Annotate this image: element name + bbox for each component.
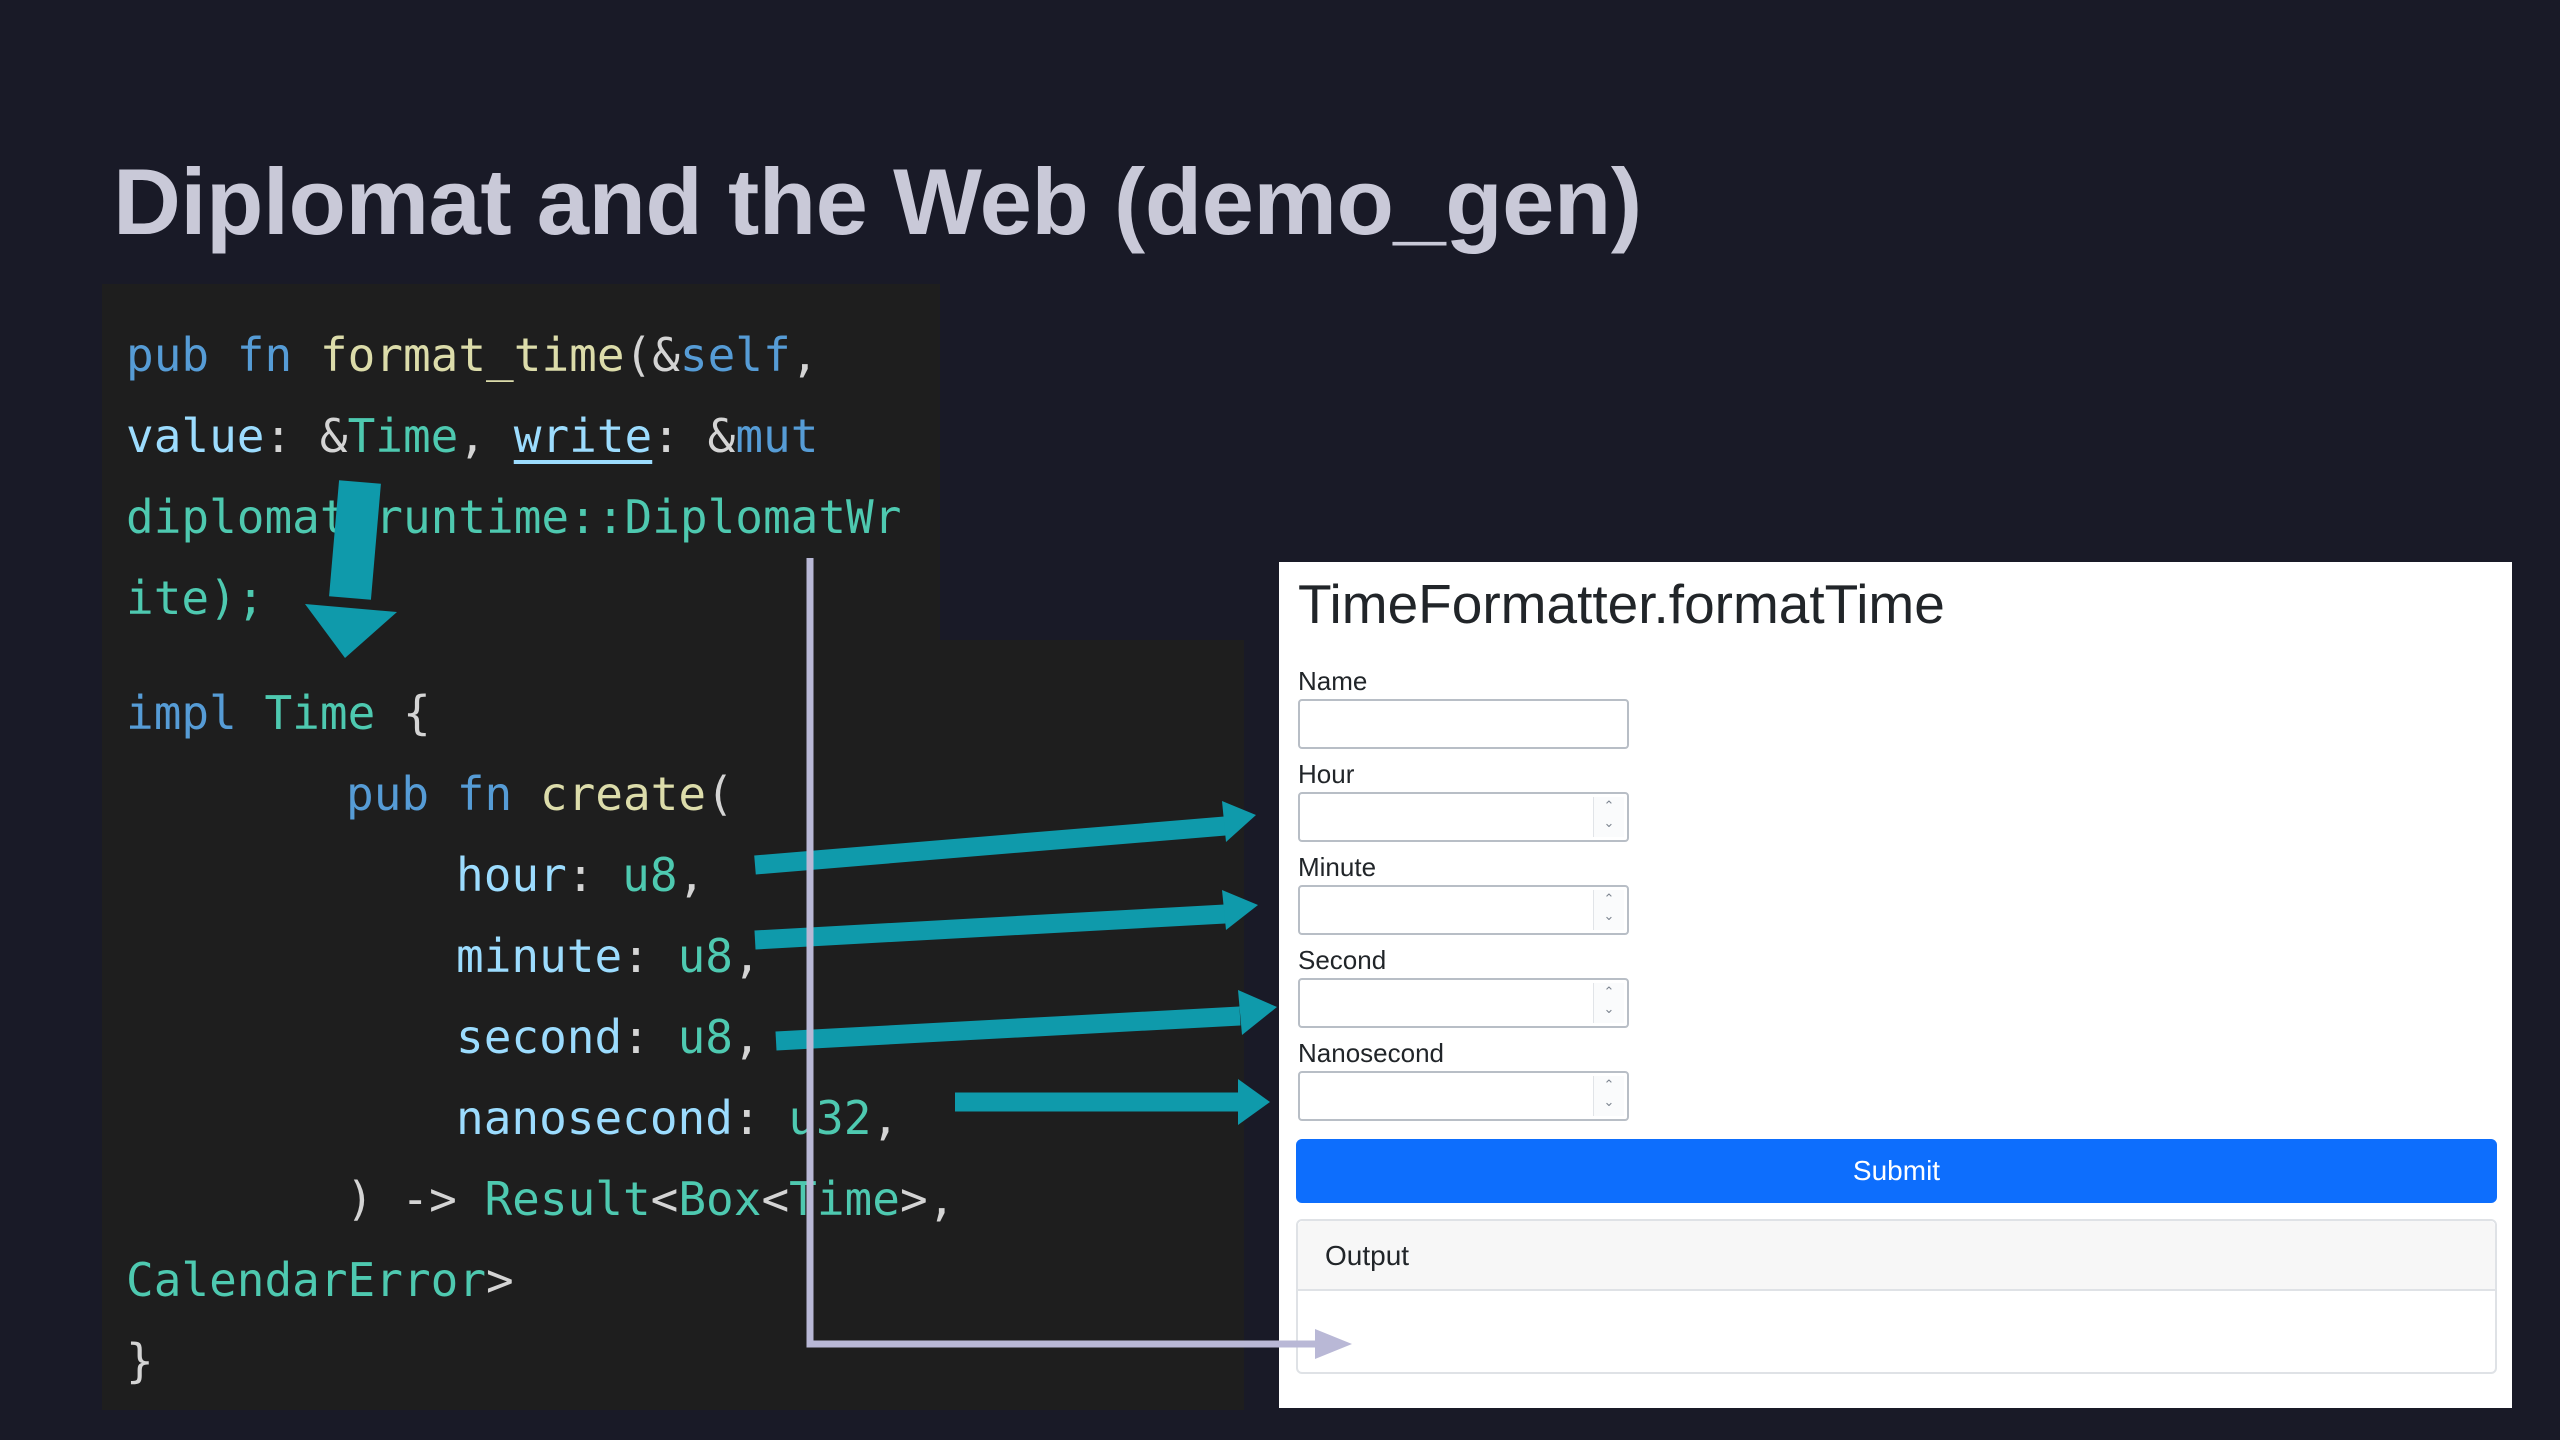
spinner-up-icon[interactable]: ⌃ xyxy=(1594,983,1624,1000)
code-param-nanosecond: nanosecond xyxy=(456,1091,733,1145)
code-type-time: Time xyxy=(789,1172,900,1226)
code-punct: < xyxy=(761,1172,790,1226)
code-punct: , xyxy=(458,409,514,463)
code-fn-name: format_time xyxy=(319,328,625,382)
code-punct: : & xyxy=(264,409,348,463)
code-line-6: pub fn create( xyxy=(346,764,734,824)
spinner-down-icon[interactable]: ⌄ xyxy=(1594,814,1624,831)
code-line-2: value: &Time, write: &mut xyxy=(126,406,818,466)
code-self: self xyxy=(679,328,791,382)
nanosecond-input[interactable] xyxy=(1298,1071,1629,1121)
code-punct: , xyxy=(732,1010,761,1064)
spinner-down-icon[interactable]: ⌄ xyxy=(1594,1000,1624,1017)
output-value xyxy=(1298,1291,2495,1331)
field-label-hour: Hour xyxy=(1298,759,1355,789)
code-punct: : xyxy=(566,848,623,902)
code-line-8: minute: u8, xyxy=(456,926,761,986)
field-label-second: Second xyxy=(1298,945,1387,975)
field-label-minute: Minute xyxy=(1298,852,1377,882)
submit-button[interactable]: Submit xyxy=(1296,1139,2497,1203)
code-line-13: } xyxy=(126,1334,154,1388)
nanosecond-spinner[interactable]: ⌃ ⌄ xyxy=(1593,1076,1624,1116)
code-type-calendar-error: CalendarError xyxy=(126,1253,487,1307)
code-param-hour: hour xyxy=(456,848,567,902)
code-type-u32: u32 xyxy=(788,1091,872,1145)
code-punct: : & xyxy=(652,409,736,463)
code-param-write: write xyxy=(513,409,653,463)
minute-input[interactable] xyxy=(1298,885,1629,935)
spinner-down-icon[interactable]: ⌄ xyxy=(1594,1093,1624,1110)
code-type-result: Result xyxy=(484,1172,651,1226)
demo-form-panel: TimeFormatter.formatTime Name Hour ⌃ ⌄ Mi… xyxy=(1279,562,2512,1408)
spinner-up-icon[interactable]: ⌃ xyxy=(1594,1076,1624,1093)
spinner-up-icon[interactable]: ⌃ xyxy=(1594,797,1624,814)
code-line-12: CalendarError> xyxy=(126,1250,514,1310)
code-param-second: second xyxy=(456,1010,623,1064)
code-punct: < xyxy=(650,1172,679,1226)
code-punct: : xyxy=(622,929,678,983)
code-line-7: hour: u8, xyxy=(456,845,705,905)
field-label-nanosecond: Nanosecond xyxy=(1298,1038,1444,1068)
name-input[interactable] xyxy=(1298,699,1629,749)
code-keyword-impl: impl xyxy=(126,686,237,740)
code-line-4: ite); xyxy=(126,571,265,625)
code-punct: > xyxy=(486,1253,514,1307)
code-line-5: impl Time { xyxy=(126,683,431,743)
code-punct: , xyxy=(732,929,761,983)
code-line-9: second: u8, xyxy=(456,1007,761,1067)
code-keyword-fn: fn xyxy=(236,328,293,382)
code-type-u8: u8 xyxy=(677,929,733,983)
code-punct: : xyxy=(622,1010,678,1064)
code-punct: >, xyxy=(899,1172,956,1226)
code-line-10: nanosecond: u32, xyxy=(456,1088,899,1148)
code-keyword-mut: mut xyxy=(735,409,819,463)
spinner-down-icon[interactable]: ⌄ xyxy=(1594,907,1624,924)
code-type-box: Box xyxy=(678,1172,762,1226)
field-label-name: Name xyxy=(1298,666,1368,696)
second-spinner[interactable]: ⌃ ⌄ xyxy=(1593,983,1624,1023)
code-param-minute: minute xyxy=(456,929,623,983)
code-fn-create: create xyxy=(539,767,707,821)
minute-spinner[interactable]: ⌃ ⌄ xyxy=(1593,890,1624,930)
code-punct: (& xyxy=(624,328,680,382)
hour-spinner[interactable]: ⌃ ⌄ xyxy=(1593,797,1624,837)
hour-input[interactable] xyxy=(1298,792,1629,842)
code-type-time: Time xyxy=(264,686,376,740)
code-type-time: Time xyxy=(347,409,459,463)
code-punct: { xyxy=(375,686,431,740)
code-type-u8: u8 xyxy=(677,1010,733,1064)
code-punct: , xyxy=(677,848,706,902)
code-punct: ) -> xyxy=(346,1172,485,1226)
slide-title: Diplomat and the Web (demo_gen) xyxy=(113,149,1642,254)
output-header: Output xyxy=(1298,1221,2495,1291)
code-line-3: diplomat_runtime::DiplomatWr xyxy=(126,490,902,544)
code-param-value: value xyxy=(126,409,265,463)
code-line-11: ) -> Result<Box<Time>, xyxy=(346,1169,955,1229)
second-input[interactable] xyxy=(1298,978,1629,1028)
code-punct: , xyxy=(871,1091,900,1145)
output-card: Output xyxy=(1296,1219,2497,1374)
code-punct: : xyxy=(732,1091,789,1145)
code-keyword-pub: pub xyxy=(126,328,210,382)
code-keyword-pub: pub xyxy=(346,767,430,821)
code-punct: , xyxy=(790,328,819,382)
spinner-up-icon[interactable]: ⌃ xyxy=(1594,890,1624,907)
code-type-u8: u8 xyxy=(622,848,678,902)
code-keyword-fn: fn xyxy=(456,767,513,821)
code-line-1: pub fn format_time(&self, xyxy=(126,325,818,385)
form-title: TimeFormatter.formatTime xyxy=(1298,573,1945,635)
code-punct: ( xyxy=(706,767,734,821)
